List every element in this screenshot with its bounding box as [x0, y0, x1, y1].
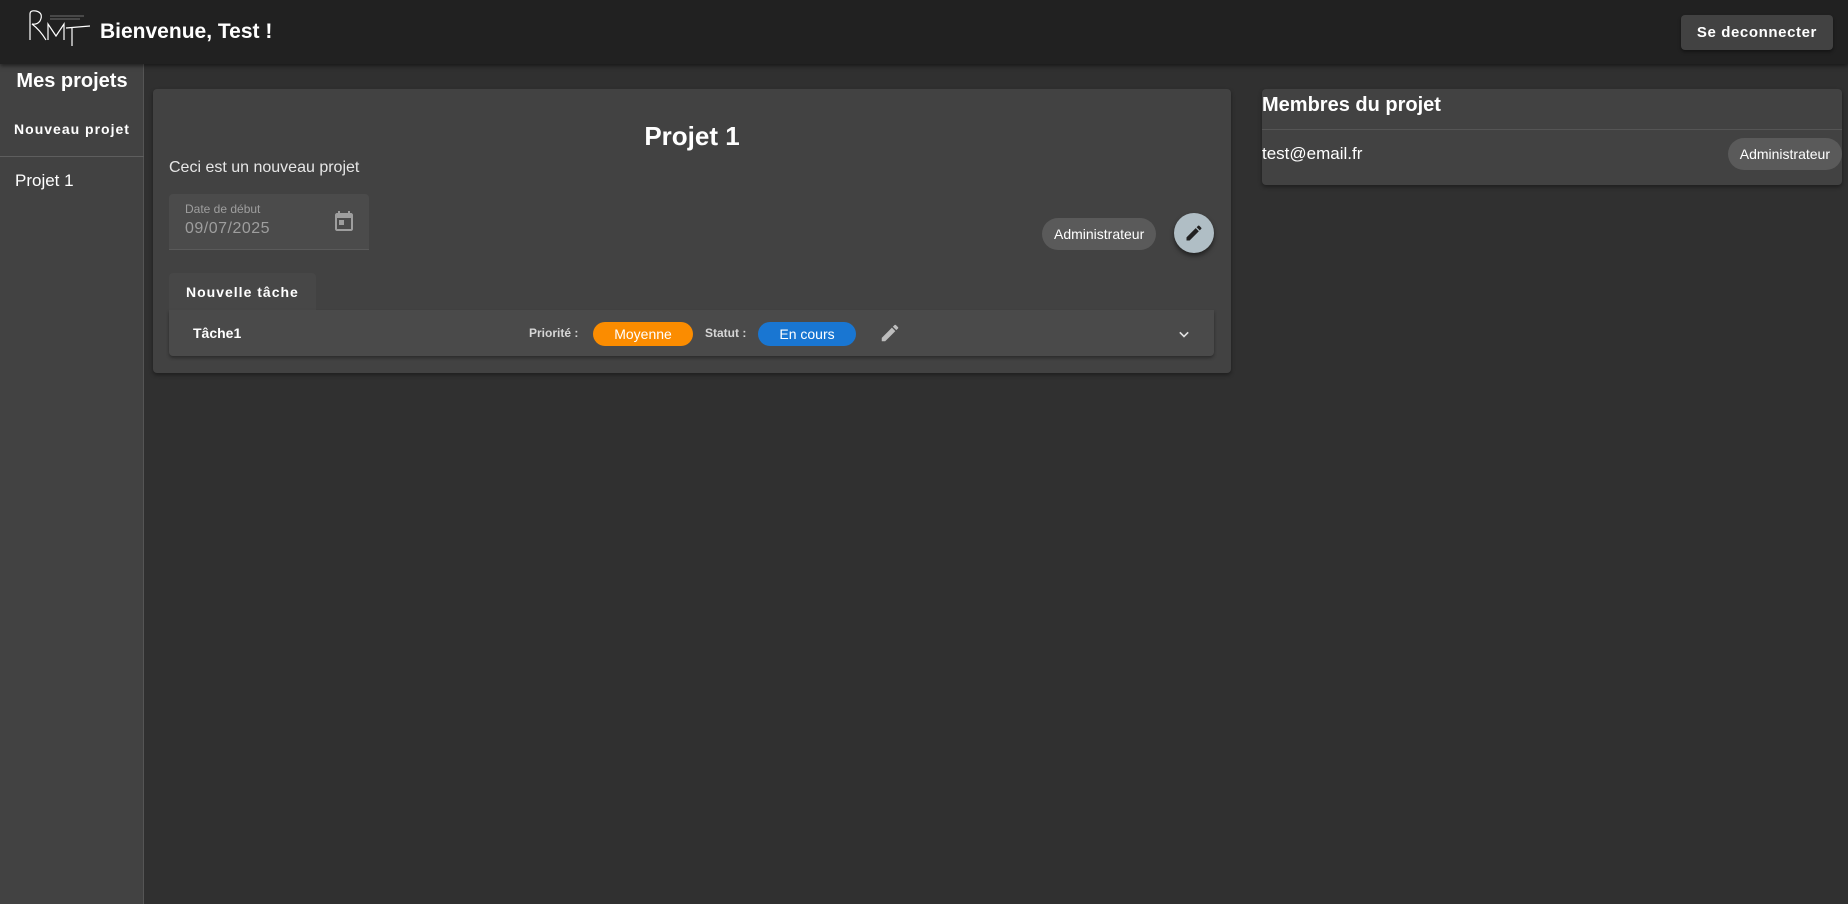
member-email: test@email.fr	[1262, 144, 1363, 163]
pencil-icon	[1186, 225, 1202, 241]
status-label: Statut :	[705, 326, 747, 340]
project-role-chip: Administrateur	[1042, 218, 1157, 250]
logout-button[interactable]: Se deconnecter	[1680, 15, 1833, 50]
chevron-down-icon[interactable]	[1174, 324, 1194, 344]
member-role-chip: Administrateur	[1727, 138, 1842, 170]
task-row[interactable]: Tâche1 Priorité : Moyenne Statut : En co…	[169, 310, 1214, 356]
edit-project-button[interactable]	[1174, 213, 1214, 253]
members-divider	[1262, 129, 1842, 130]
project-title: Projet 1	[644, 121, 740, 151]
task-name: Tâche1	[193, 325, 242, 341]
start-date-input[interactable]	[185, 220, 325, 238]
new-project-button[interactable]: Nouveau projet	[0, 110, 144, 148]
calendar-icon[interactable]	[332, 209, 356, 233]
members-card: Membres du projet test@email.fr Administ…	[1262, 89, 1842, 185]
top-app-bar: Bienvenue, Test ! Se deconnecter	[0, 0, 1848, 64]
members-title: Membres du projet	[1262, 94, 1441, 116]
start-date-field[interactable]: Date de début	[169, 194, 369, 250]
status-chip: En cours	[758, 322, 856, 346]
welcome-message: Bienvenue, Test !	[100, 20, 273, 43]
new-task-button[interactable]: Nouvelle tâche	[169, 273, 316, 310]
pencil-icon[interactable]	[879, 322, 901, 344]
project-description: Ceci est un nouveau projet	[169, 159, 360, 176]
start-date-label: Date de début	[185, 202, 261, 216]
logo-monogram-icon	[29, 10, 91, 46]
priority-label: Priorité :	[529, 326, 579, 340]
app-logo	[24, 6, 91, 50]
priority-chip: Moyenne	[593, 322, 693, 346]
sidebar-title: Mes projets	[16, 70, 128, 92]
sidebar: Mes projets Nouveau projet Projet 1	[0, 64, 144, 904]
sidebar-divider	[0, 156, 144, 157]
sidebar-item-projet-1[interactable]: Projet 1	[15, 171, 74, 191]
project-card: Projet 1 Ceci est un nouveau projet Date…	[153, 89, 1231, 373]
